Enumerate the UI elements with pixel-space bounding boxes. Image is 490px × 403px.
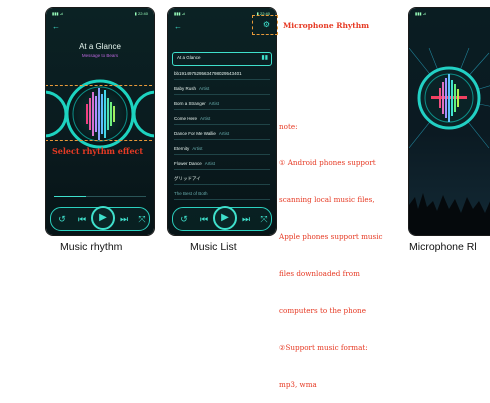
status-bar: ▮▮▮ ⊿ <box>415 11 427 16</box>
music-list-screen: ▮▮▮ ⊿ ▮ 22:40 ← ⚙ At a Glance ▮▮ bb191497… <box>168 8 276 235</box>
track-artist: Message to Bears <box>81 53 119 58</box>
status-bar: ▮▮▮ ⊿ ▮ 22:40 <box>52 11 148 16</box>
play-button[interactable]: ▶ <box>213 206 237 230</box>
repeat-icon[interactable]: ↺ <box>177 208 191 230</box>
shuffle-icon[interactable]: ⤧ <box>257 208 271 230</box>
list-item[interactable]: Born a Stranger Artist <box>174 98 270 110</box>
list-item[interactable]: The Best of Both <box>174 188 270 200</box>
track-title: At a Glance <box>79 42 121 51</box>
shuffle-icon[interactable]: ⤧ <box>135 208 149 230</box>
previous-icon[interactable]: ⏮ <box>75 208 89 230</box>
list-item[interactable]: Eternity Artist <box>174 143 270 155</box>
label-microphone: Microphone Rl <box>409 241 477 253</box>
microphone-visualizer <box>409 48 490 149</box>
rhythm-highlight-box <box>46 85 154 141</box>
microphone-rhythm-screen: ▮▮▮ ⊿ <box>409 8 490 235</box>
player-controls: ↺ ⏮ ▶ ⏭ ⤧ <box>50 206 150 231</box>
list-item[interactable]: Come Here Artist <box>174 113 270 125</box>
crowd-silhouette <box>409 193 490 235</box>
list-item[interactable]: Flower Dance Artist <box>174 158 270 170</box>
equalizer-icon: ▮▮ <box>261 55 268 61</box>
list-item[interactable]: Dance For Me Wallie Artist <box>174 128 270 140</box>
back-icon[interactable]: ← <box>52 22 60 31</box>
repeat-icon[interactable]: ↺ <box>55 208 69 230</box>
microphone-rhythm-label: Microphone Rhythm <box>283 21 370 30</box>
list-item[interactable]: グリッドアイ <box>174 173 270 185</box>
label-music-rhythm: Music rhythm <box>60 241 123 253</box>
previous-icon[interactable]: ⏮ <box>197 208 211 230</box>
compatibility-note: note: ① Android phones support scanning … <box>279 121 383 389</box>
select-rhythm-caption: Select rhythm effect <box>52 146 144 156</box>
now-playing-title: At a Glance <box>177 55 201 60</box>
next-icon[interactable]: ⏭ <box>239 208 253 230</box>
progress-bar[interactable] <box>54 196 146 197</box>
play-button[interactable]: ▶ <box>91 206 115 230</box>
label-music-list: Music List <box>190 241 237 253</box>
back-icon[interactable]: ← <box>174 22 182 31</box>
music-rhythm-screen: ▮▮▮ ⊿ ▮ 22:40 ← At a Glance Message to Be… <box>46 8 154 235</box>
list-item[interactable]: bb1914975295634798029543401 <box>174 68 270 80</box>
microphone-highlight-box <box>252 15 278 35</box>
now-playing-row[interactable]: At a Glance ▮▮ <box>172 52 272 66</box>
list-item[interactable]: Baby Rush Artist <box>174 83 270 95</box>
next-icon[interactable]: ⏭ <box>117 208 131 230</box>
player-controls: ↺ ⏮ ▶ ⏭ ⤧ <box>172 206 272 231</box>
